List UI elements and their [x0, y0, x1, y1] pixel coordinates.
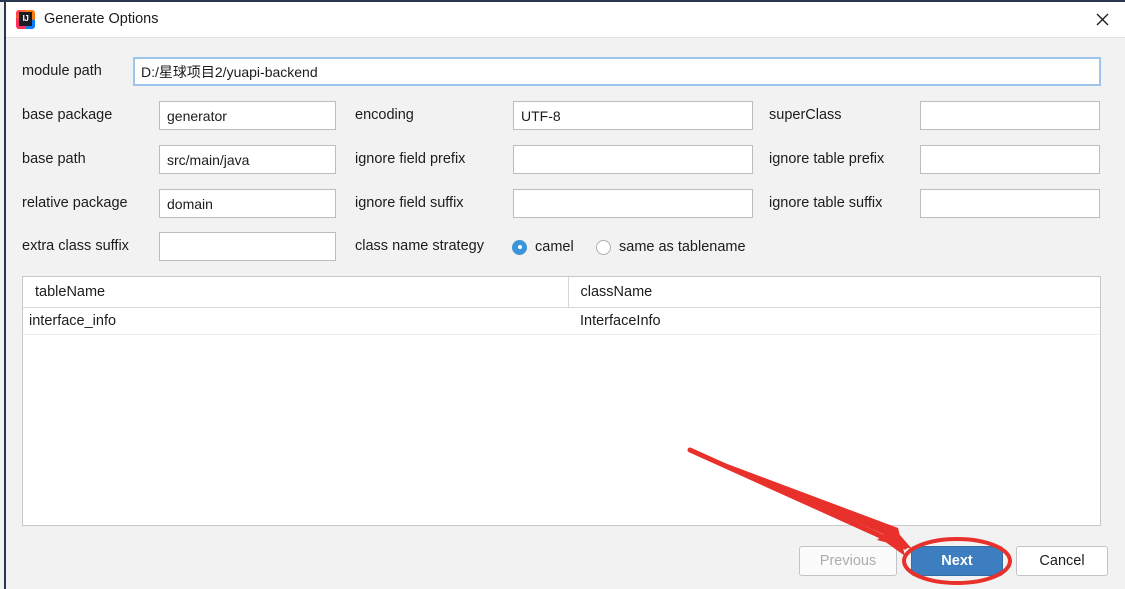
- base-package-input[interactable]: [159, 101, 336, 130]
- tables-list[interactable]: tableName className interface_info Inter…: [22, 276, 1101, 526]
- ignore-field-prefix-input[interactable]: [513, 145, 753, 174]
- column-header-tablename[interactable]: tableName: [23, 277, 568, 308]
- radio-unselected-icon: [596, 239, 611, 255]
- module-path-input[interactable]: [133, 57, 1101, 86]
- superclass-label: superClass: [769, 107, 842, 123]
- ignore-table-suffix-input[interactable]: [920, 189, 1100, 218]
- encoding-input[interactable]: [513, 101, 753, 130]
- ignore-field-suffix-label: ignore field suffix: [355, 195, 464, 211]
- window-title: Generate Options: [44, 11, 159, 27]
- radio-same-as-tablename-label: same as tablename: [619, 239, 746, 255]
- extra-class-suffix-label: extra class suffix: [22, 238, 129, 254]
- radio-camel[interactable]: camel: [512, 239, 574, 255]
- ignore-table-prefix-label: ignore table prefix: [769, 151, 885, 167]
- superclass-input[interactable]: [920, 101, 1100, 130]
- next-button[interactable]: Next: [911, 546, 1003, 576]
- ignore-field-prefix-label: ignore field prefix: [355, 151, 466, 167]
- table-header-row: tableName className: [23, 277, 1100, 308]
- relative-package-label: relative package: [22, 195, 128, 211]
- generate-options-dialog: Generate Options module path base packag…: [0, 0, 1125, 589]
- window-left-border: [4, 0, 6, 589]
- table-row[interactable]: interface_info InterfaceInfo: [23, 307, 1100, 335]
- base-path-input[interactable]: [159, 145, 336, 174]
- cancel-button[interactable]: Cancel: [1016, 546, 1108, 576]
- radio-selected-icon: [512, 239, 527, 255]
- base-path-label: base path: [22, 151, 86, 167]
- previous-button[interactable]: Previous: [799, 546, 897, 576]
- radio-camel-label: camel: [535, 239, 574, 255]
- title-bar: Generate Options: [6, 2, 1125, 38]
- intellij-idea-icon: [16, 10, 35, 29]
- module-path-label: module path: [22, 63, 102, 79]
- cell-classname: InterfaceInfo: [568, 307, 1100, 335]
- ignore-table-prefix-input[interactable]: [920, 145, 1100, 174]
- radio-same-as-tablename[interactable]: same as tablename: [596, 239, 746, 255]
- window-top-border: [0, 0, 1125, 2]
- close-button[interactable]: [1080, 2, 1125, 37]
- cell-tablename: interface_info: [23, 307, 568, 335]
- relative-package-input[interactable]: [159, 189, 336, 218]
- extra-class-suffix-input[interactable]: [159, 232, 336, 261]
- class-name-strategy-label: class name strategy: [355, 238, 484, 254]
- close-icon: [1096, 13, 1109, 26]
- base-package-label: base package: [22, 107, 113, 123]
- encoding-label: encoding: [355, 107, 414, 123]
- column-header-classname[interactable]: className: [567, 277, 1100, 308]
- ignore-field-suffix-input[interactable]: [513, 189, 753, 218]
- ignore-table-suffix-label: ignore table suffix: [769, 195, 883, 211]
